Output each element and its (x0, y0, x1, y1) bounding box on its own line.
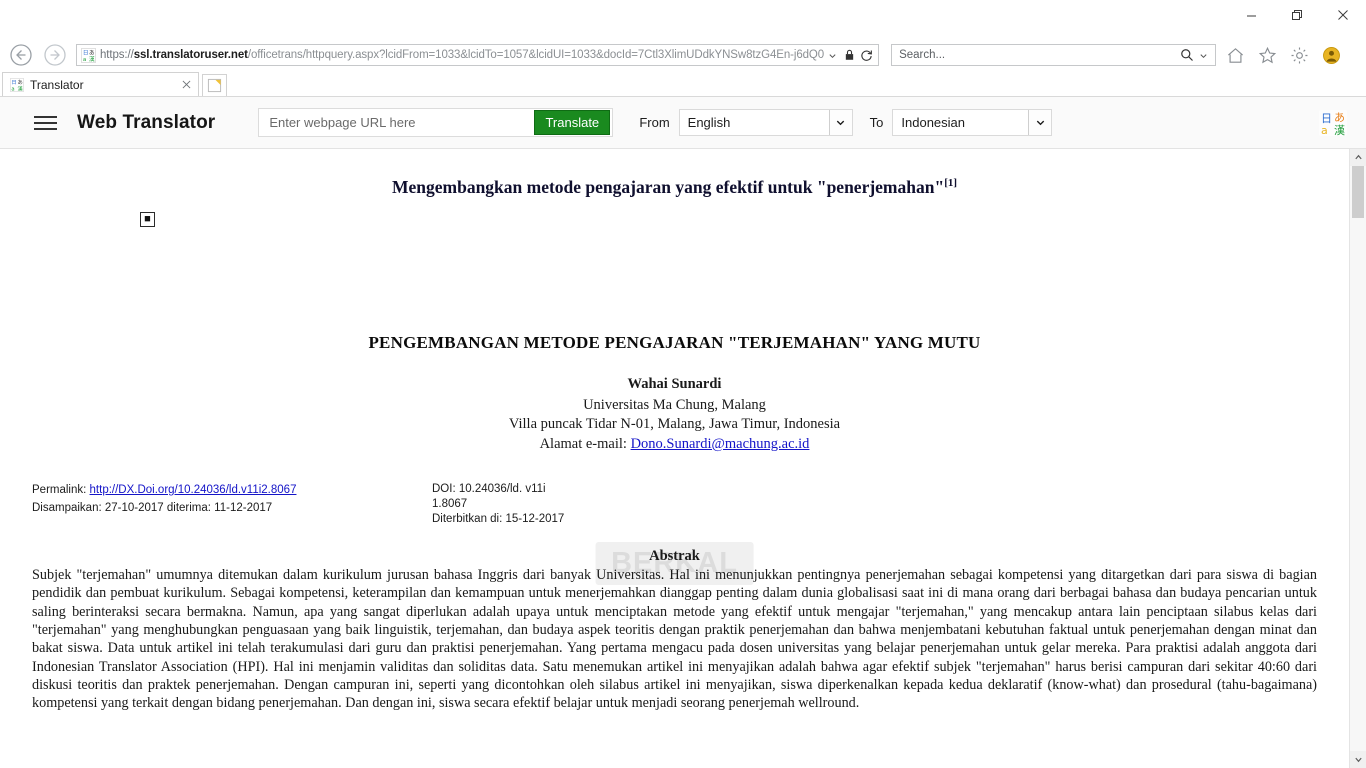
search-bar[interactable]: Search... (891, 44, 1217, 66)
site-favicon: 日 あ a 漢 (81, 47, 96, 63)
from-language-select[interactable]: English (678, 109, 853, 136)
broken-image-placeholder: ■ (140, 212, 155, 227)
refresh-icon[interactable] (858, 46, 875, 64)
svg-text:漢: 漢 (1334, 124, 1345, 137)
permalink-label: Permalink: (32, 484, 90, 497)
navigation-toolbar: 日 あ a 漢 https://ssl.translatoruser.net/o… (0, 38, 1366, 72)
restore-button[interactable] (1274, 0, 1320, 30)
svg-text:あ: あ (17, 79, 22, 86)
svg-text:日: 日 (83, 49, 89, 56)
permalink-link[interactable]: http://DX.Doi.org/10.24036/ld.v11i2.8067 (90, 484, 297, 496)
author-affiliation: Universitas Ma Chung, Malang (583, 397, 766, 413)
translated-page-heading: Mengembangkan metode pengajaran yang efe… (30, 177, 1319, 198)
to-language-value: Indonesian (901, 115, 966, 130)
svg-text:日: 日 (11, 79, 16, 86)
svg-text:a: a (11, 86, 14, 92)
permalink-block: Permalink: http://DX.Doi.org/10.24036/ld… (30, 482, 432, 527)
chevron-down-icon[interactable] (824, 46, 841, 64)
chevron-down-icon[interactable] (1028, 110, 1052, 135)
svg-text:a: a (1321, 124, 1328, 137)
author-email-line: Alamat e-mail: Dono.Sunardi@machung.ac.i… (30, 435, 1319, 454)
svg-text:漢: 漢 (89, 55, 95, 63)
back-button[interactable] (6, 40, 36, 70)
vertical-scrollbar[interactable] (1349, 149, 1366, 768)
svg-text:a: a (83, 57, 86, 63)
doi-line-2: 1.8067 (432, 498, 468, 511)
web-translator-toolbar: Web Translator Enter webpage URL here Tr… (0, 97, 1366, 149)
search-provider-chevron-down-icon[interactable] (1195, 46, 1212, 64)
tab-strip: 日 あ a 漢 Translator (0, 72, 1366, 97)
translated-heading-text: Mengembangkan metode pengajaran yang efe… (391, 177, 945, 197)
url-path: /officetrans/httpquery.aspx?lcidFrom=103… (247, 49, 825, 61)
translator-favicon: 日 あ a 漢 (10, 77, 24, 92)
submitted-line: Disampaikan: 27-10-2017 diterima: 11-12-… (32, 501, 273, 514)
minimize-button[interactable] (1228, 0, 1274, 30)
publication-metadata: Permalink: http://DX.Doi.org/10.24036/ld… (30, 482, 1319, 527)
email-label: Alamat e-mail: (539, 435, 631, 452)
forward-button[interactable] (40, 40, 70, 70)
scroll-up-button[interactable] (1350, 149, 1366, 166)
abstract-text: Subjek "terjemahan" umumnya ditemukan da… (32, 567, 1317, 712)
browser-window: 日 あ a 漢 https://ssl.translatoruser.net/o… (0, 0, 1366, 768)
lock-icon[interactable] (841, 46, 858, 64)
scrollbar-track[interactable] (1350, 166, 1366, 751)
to-language-select[interactable]: Indonesian (892, 109, 1053, 136)
microsoft-translator-icon[interactable]: 日 あ a 漢 (1318, 108, 1348, 138)
close-button[interactable] (1320, 0, 1366, 30)
document-content: Mengembangkan metode pengajaran yang efe… (0, 177, 1349, 713)
broken-image-glyph: ■ (144, 213, 151, 225)
page-title: PENGEMBANGAN METODE PENGAJARAN "TERJEMAH… (368, 333, 981, 352)
translate-button[interactable]: Translate (534, 110, 611, 135)
translated-document-area: Mengembangkan metode pengajaran yang efe… (0, 149, 1349, 768)
doi-block: DOI: 10.24036/ld. v11i 1.8067 Diterbitka… (432, 482, 564, 527)
abstract-heading: Abstrak (649, 548, 700, 565)
published-line: Diterbitkan di: 15-12-2017 (432, 513, 565, 526)
address-bar[interactable]: 日 あ a 漢 https://ssl.translatoruser.net/o… (76, 44, 880, 66)
settings-gear-icon[interactable] (1286, 42, 1312, 68)
author-email-link[interactable]: Dono.Sunardi@machung.ac.id (631, 436, 810, 452)
to-label: To (869, 115, 884, 130)
page-viewport: Mengembangkan metode pengajaran yang efe… (0, 149, 1366, 768)
title-bar (0, 0, 1366, 38)
chevron-down-icon[interactable] (828, 110, 852, 135)
app-brand-title: Web Translator (77, 111, 216, 133)
search-input[interactable]: Search... (899, 49, 1178, 61)
tab-close-icon[interactable] (178, 77, 194, 93)
author-name: Wahai Sunardi (627, 376, 722, 392)
translated-heading-footnote-ref: [1] (944, 177, 958, 190)
webpage-url-field[interactable]: Enter webpage URL here Translate (258, 108, 614, 137)
from-language-value: English (687, 115, 731, 130)
from-label: From (639, 115, 670, 130)
paper-header-block: PENGEMBANGAN METODE PENGAJARAN "TERJEMAH… (30, 333, 1319, 454)
tab-translator[interactable]: 日 あ a 漢 Translator (2, 72, 199, 96)
hamburger-menu-icon[interactable] (22, 103, 68, 143)
search-icon[interactable] (1178, 46, 1195, 64)
user-account-icon[interactable] (1318, 42, 1344, 68)
url-host: ssl.translatoruser.net (133, 49, 248, 61)
webpage-url-input[interactable]: Enter webpage URL here (259, 115, 534, 130)
scrollbar-thumb[interactable] (1352, 166, 1364, 218)
favorites-star-icon[interactable] (1254, 42, 1280, 68)
author-address: Villa puncak Tidar N-01, Malang, Jawa Ti… (508, 416, 841, 433)
address-url-text: https://ssl.translatoruser.net/officetra… (100, 49, 824, 61)
new-tab-button[interactable] (202, 74, 227, 96)
permalink-line: Permalink: http://DX.Doi.org/10.24036/ld… (32, 482, 432, 499)
svg-text:漢: 漢 (17, 84, 23, 92)
home-icon[interactable] (1222, 42, 1248, 68)
doi-line-1: DOI: 10.24036/ld. v11i (432, 483, 546, 496)
svg-text:あ: あ (1334, 111, 1345, 124)
scroll-down-button[interactable] (1350, 751, 1366, 768)
url-scheme: https:// (100, 49, 134, 61)
tab-label: Translator (30, 77, 84, 92)
svg-text:あ: あ (89, 49, 95, 56)
